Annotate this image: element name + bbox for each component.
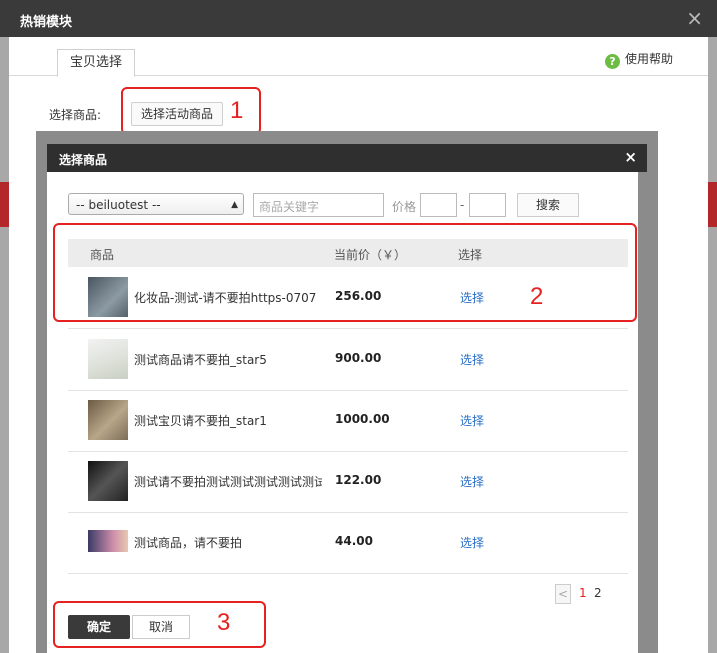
tab-product-select[interactable]: 宝贝选择: [57, 49, 135, 77]
backdrop-left: [0, 37, 9, 653]
annotation-number-3: 3: [217, 609, 231, 636]
product-price: 1000.00: [335, 412, 390, 426]
product-name: 测试请不要拍测试测试测试测试测试: [134, 475, 322, 489]
question-circle-icon: ?: [604, 54, 620, 69]
choose-product-label: 选择商品:: [49, 108, 102, 122]
product-price: 900.00: [335, 351, 382, 365]
inner-close-icon[interactable]: ×: [624, 148, 637, 166]
keyword-input[interactable]: 商品关键字: [253, 193, 384, 217]
product-price: 44.00: [335, 534, 373, 548]
shop-select-value: -- beiluotest --: [76, 198, 161, 212]
tab-bar: 宝贝选择 ? 使用帮助: [9, 37, 708, 77]
table-row: 测试商品，请不要拍 44.00 选择: [68, 512, 628, 574]
annotation-number-2: 2: [530, 283, 544, 310]
pagination-prev-button[interactable]: <: [555, 584, 571, 604]
page-1-link[interactable]: 1: [579, 586, 587, 600]
select-link[interactable]: 选择: [460, 351, 484, 368]
backdrop-red-left: [0, 182, 9, 227]
product-thumbnail: [88, 339, 128, 379]
backdrop-red-right: [708, 182, 717, 227]
help-link[interactable]: ? 使用帮助: [604, 50, 673, 69]
price-separator: -: [460, 198, 465, 212]
outer-title-bar: 热销模块 ×: [0, 0, 717, 37]
price-min-input[interactable]: [420, 193, 457, 217]
product-name: 测试商品请不要拍_star5: [134, 353, 267, 367]
table-row: 测试商品请不要拍_star5 900.00 选择: [68, 329, 628, 391]
outer-close-icon[interactable]: ×: [686, 6, 703, 30]
select-link[interactable]: 选择: [460, 534, 484, 551]
select-link[interactable]: 选择: [460, 473, 484, 490]
annotation-number-1: 1: [230, 97, 244, 124]
table-row: 测试宝贝请不要拍_star1 1000.00 选择: [68, 390, 628, 452]
table-row: 测试请不要拍测试测试测试测试测试 122.00 选择: [68, 451, 628, 513]
product-thumbnail: [88, 530, 128, 552]
select-link[interactable]: 选择: [460, 412, 484, 429]
outer-dialog-title: 热销模块: [20, 15, 73, 30]
shop-select[interactable]: -- beiluotest -- ▲: [68, 193, 244, 215]
page-2-link[interactable]: 2: [594, 586, 602, 600]
product-thumbnail: [88, 461, 128, 501]
product-thumbnail: [88, 400, 128, 440]
price-label: 价格: [392, 200, 417, 214]
backdrop-right: [708, 37, 717, 653]
product-name: 测试商品，请不要拍: [134, 536, 243, 550]
select-arrows-icon: ▲: [231, 200, 238, 210]
inner-title-bar: 选择商品 ×: [47, 144, 647, 172]
search-button[interactable]: 搜索: [517, 193, 579, 217]
product-name: 测试宝贝请不要拍_star1: [134, 414, 267, 428]
product-price: 122.00: [335, 473, 382, 487]
annotation-box-3: [53, 601, 266, 648]
price-max-input[interactable]: [469, 193, 506, 217]
inner-dialog-title: 选择商品: [59, 153, 108, 167]
annotation-box-2: [53, 223, 637, 322]
help-label: 使用帮助: [624, 52, 673, 66]
